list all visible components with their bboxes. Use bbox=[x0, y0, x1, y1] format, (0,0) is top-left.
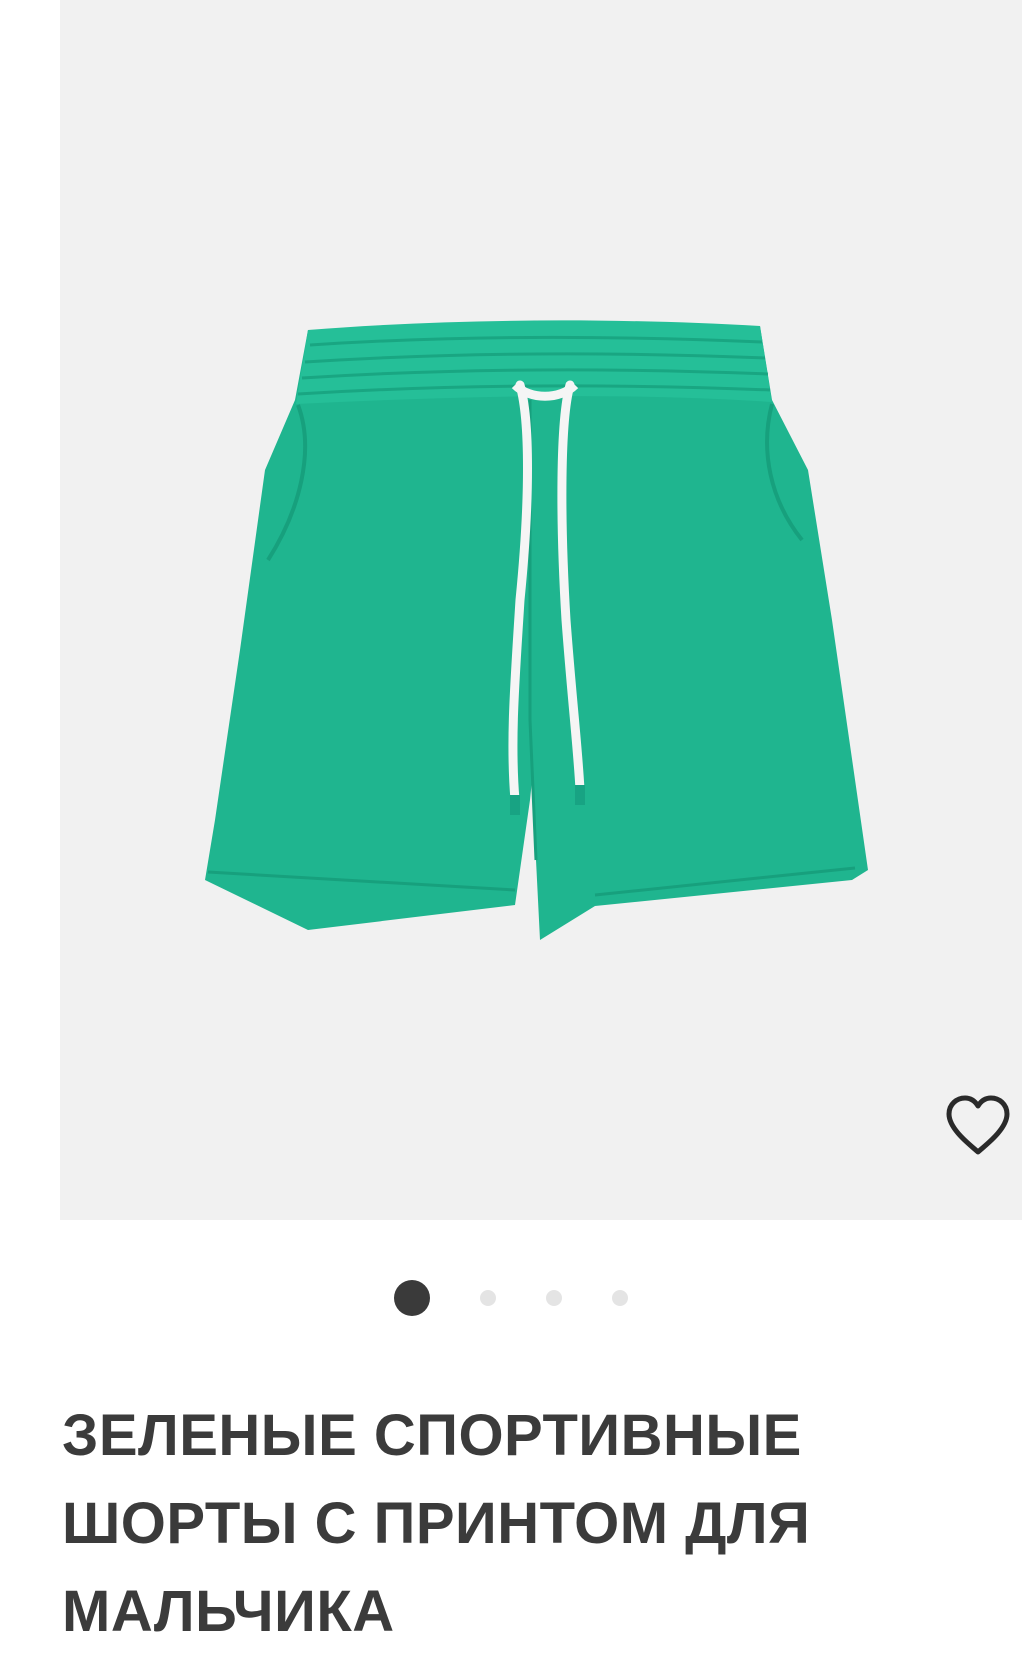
gallery-pagination bbox=[0, 1278, 1022, 1318]
product-gallery[interactable] bbox=[60, 0, 1022, 1220]
favorite-button[interactable] bbox=[940, 1090, 1016, 1162]
heart-outline-icon bbox=[946, 1095, 1010, 1155]
pagination-dot-4[interactable] bbox=[612, 1290, 628, 1306]
pagination-dot-1[interactable] bbox=[394, 1280, 430, 1316]
pagination-dot-2[interactable] bbox=[480, 1290, 496, 1306]
product-page: ЗЕЛЕНЫЕ СПОРТИВНЫЕ ШОРТЫ С ПРИНТОМ ДЛЯ М… bbox=[0, 0, 1022, 1667]
pagination-dot-3[interactable] bbox=[546, 1290, 562, 1306]
product-image bbox=[205, 320, 868, 940]
product-title: ЗЕЛЕНЫЕ СПОРТИВНЫЕ ШОРТЫ С ПРИНТОМ ДЛЯ М… bbox=[62, 1403, 811, 1644]
